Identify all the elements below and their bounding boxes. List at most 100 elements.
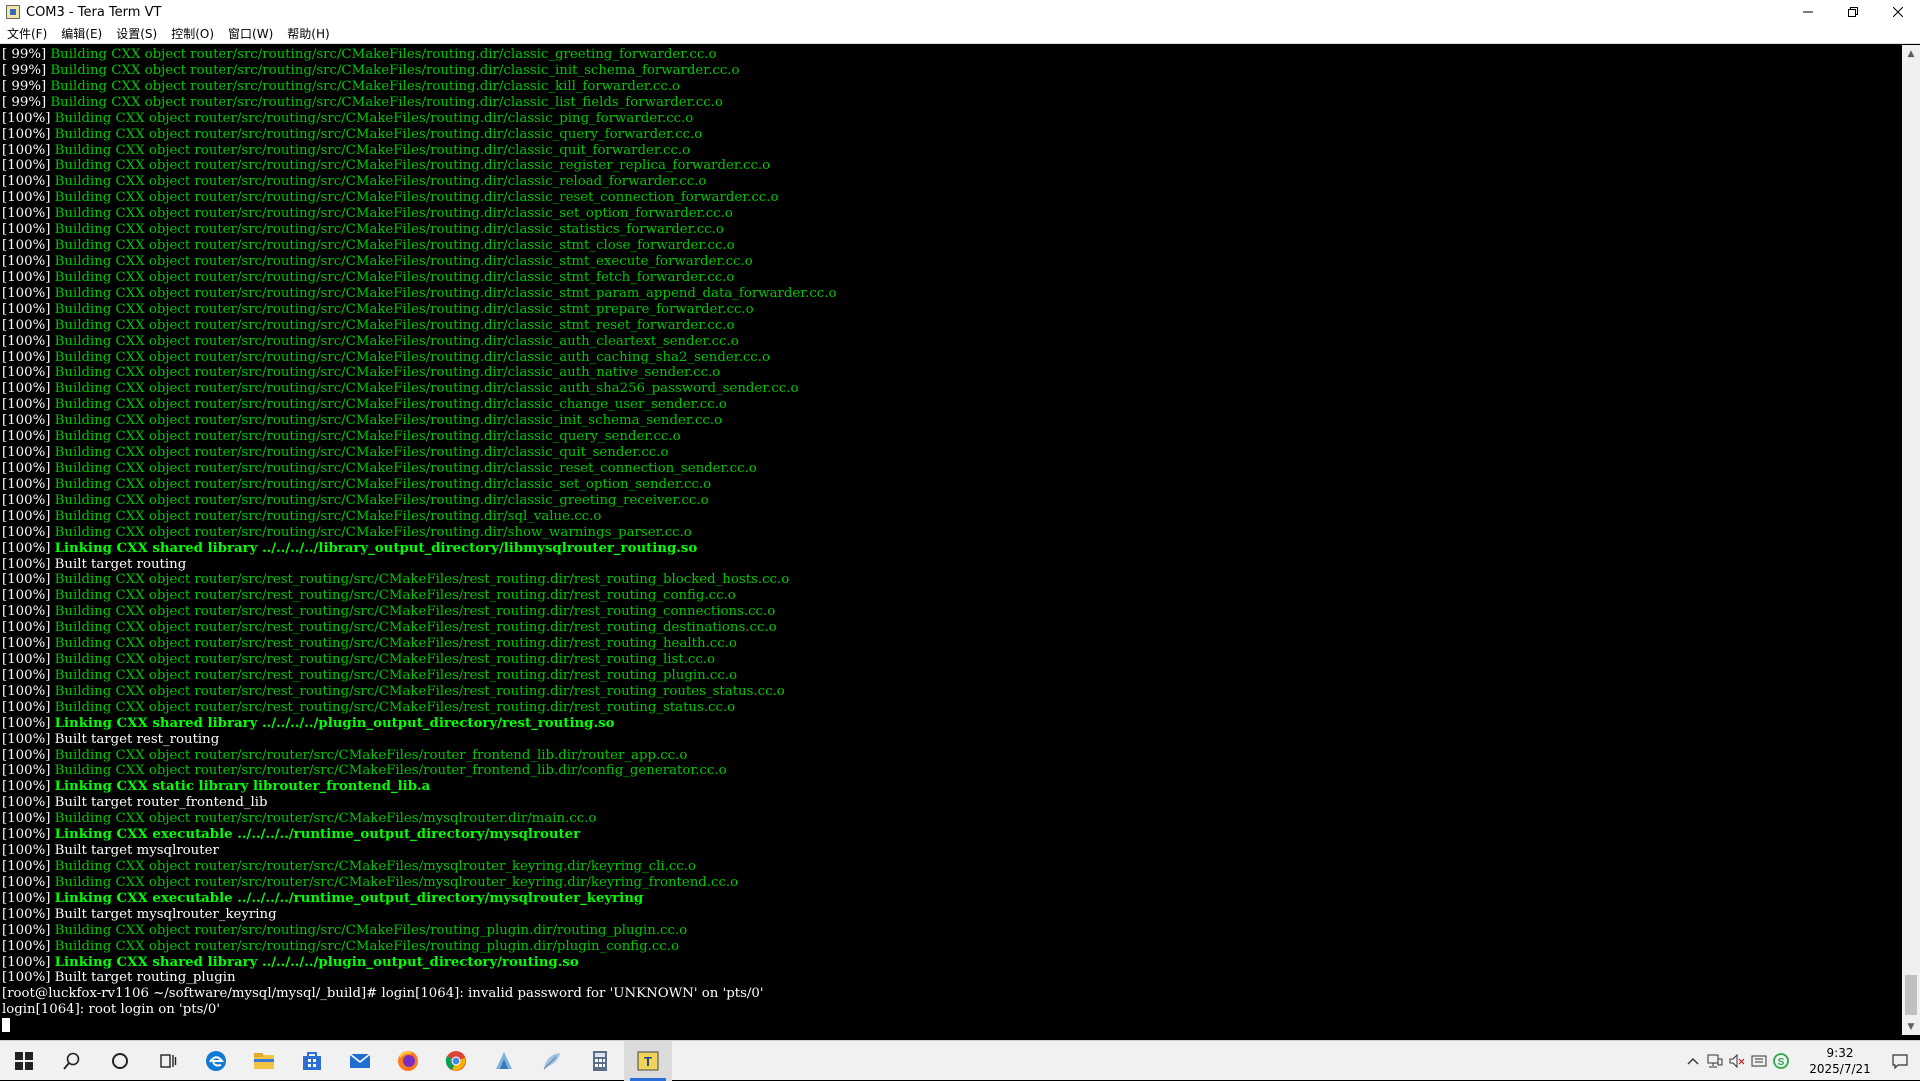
search-button[interactable] — [48, 1041, 96, 1081]
file-explorer-app[interactable] — [240, 1041, 288, 1081]
progress-percent: [100%] — [2, 301, 55, 317]
progress-percent: [100%] — [2, 349, 55, 365]
teraterm-app[interactable]: T — [624, 1040, 672, 1081]
cortana-button[interactable] — [96, 1041, 144, 1081]
chrome-app[interactable] — [432, 1041, 480, 1081]
terminal-line: [100%] Building CXX object router/src/ro… — [2, 397, 1902, 413]
terminal-line: [100%] Building CXX object router/src/ro… — [2, 270, 1902, 286]
progress-percent: [ 99%] — [2, 94, 51, 110]
build-message: Building CXX object router/src/routing/s… — [54, 142, 691, 158]
terminal-line: [100%] Building CXX object router/src/ro… — [2, 174, 1902, 190]
cortana-icon — [112, 1052, 128, 1069]
terminal-line: [ 99%] Building CXX object router/src/ro… — [2, 47, 1902, 63]
text-cursor — [2, 1018, 10, 1033]
progress-percent: [100%] — [2, 174, 55, 190]
mail-app[interactable] — [336, 1041, 384, 1081]
terminal-line: [100%] Built target routing — [2, 557, 1902, 573]
progress-percent: [100%] — [2, 317, 55, 333]
terminal-line: [100%] Built target router_frontend_lib — [2, 795, 1902, 811]
teraterm-app-icon[interactable] — [6, 5, 20, 19]
terminal-output[interactable]: [ 99%] Building CXX object router/src/ro… — [0, 45, 1902, 1035]
progress-percent: [100%] — [2, 620, 55, 636]
shell-prompt-line: [root@luckfox-rv1106 ~/software/mysql/my… — [2, 986, 764, 1002]
menu-window[interactable]: 窗口(W) — [221, 24, 280, 44]
scroll-down-arrow-icon[interactable]: ▼ — [1902, 1018, 1920, 1035]
build-message: Building CXX object router/src/rest_rout… — [54, 604, 776, 620]
vertical-scrollbar[interactable]: ▲ ▼ — [1902, 45, 1920, 1035]
input-method-icon[interactable] — [1748, 1041, 1770, 1081]
build-message: Building CXX object router/src/rest_rout… — [54, 652, 716, 668]
build-message: Building CXX object router/src/routing/s… — [54, 253, 753, 269]
svg-text:T: T — [644, 1054, 652, 1069]
build-message: Linking CXX static library librouter_fro… — [54, 779, 431, 795]
progress-percent: [100%] — [2, 636, 55, 652]
progress-percent: [ 99%] — [2, 78, 51, 94]
terminal-line: [100%] Built target rest_routing — [2, 732, 1902, 748]
menu-file[interactable]: 文件(F) — [0, 24, 54, 44]
terminal-line: [100%] Building CXX object router/src/re… — [2, 652, 1902, 668]
build-message: Building CXX object router/src/rest_rout… — [54, 699, 736, 715]
menu-help[interactable]: 帮助(H) — [280, 24, 336, 44]
terminal-line: [100%] Building CXX object router/src/ro… — [2, 939, 1902, 955]
build-message: Building CXX object router/src/rest_rout… — [54, 572, 790, 588]
volume-muted-icon[interactable] — [1726, 1041, 1748, 1081]
progress-percent: [100%] — [2, 556, 55, 572]
minimize-button[interactable] — [1785, 0, 1830, 24]
terminal-line: [100%] Linking CXX executable ../../../.… — [2, 891, 1902, 907]
window-titlebar[interactable]: COM3 - Tera Term VT — [0, 0, 1920, 24]
build-message: Linking CXX shared library ../../../../l… — [54, 540, 698, 556]
edge-icon — [206, 1050, 226, 1071]
build-message: Building CXX object router/src/rest_rout… — [54, 683, 785, 699]
build-message: Building CXX object router/src/routing/s… — [54, 206, 733, 222]
notification-icon — [1892, 1054, 1908, 1069]
progress-percent: [100%] — [2, 747, 55, 763]
firefox-app[interactable] — [384, 1041, 432, 1081]
build-message: Built target mysqlrouter — [54, 843, 219, 859]
build-message: Building CXX object router/src/routing/s… — [54, 938, 679, 954]
progress-percent: [100%] — [2, 460, 55, 476]
calculator-icon — [593, 1050, 607, 1071]
menu-setup[interactable]: 设置(S) — [109, 24, 164, 44]
build-message: Building CXX object router/src/routing/s… — [54, 349, 770, 365]
blue-app[interactable] — [480, 1041, 528, 1081]
notification-center-button[interactable] — [1880, 1041, 1920, 1081]
close-button[interactable] — [1875, 0, 1920, 24]
start-button[interactable] — [0, 1041, 48, 1081]
terminal-line: [100%] Building CXX object router/src/re… — [2, 668, 1902, 684]
build-message: Building CXX object router/src/rest_rout… — [54, 620, 777, 636]
clock-date: 2025/7/21 — [1809, 1062, 1871, 1076]
build-message: Building CXX object router/src/routing/s… — [54, 460, 757, 476]
store-app[interactable] — [288, 1041, 336, 1081]
scroll-thumb[interactable] — [1905, 975, 1917, 1015]
menu-edit[interactable]: 编辑(E) — [54, 24, 109, 44]
progress-percent: [100%] — [2, 508, 55, 524]
network-icon[interactable] — [1704, 1041, 1726, 1081]
menu-control[interactable]: 控制(O) — [164, 24, 221, 44]
terminal-line: [100%] Building CXX object router/src/ro… — [2, 190, 1902, 206]
task-view-button[interactable] — [144, 1041, 192, 1081]
progress-percent: [100%] — [2, 715, 55, 731]
login-message-line: login[1064]: root login on 'pts/0' — [2, 1002, 220, 1018]
build-message: Built target rest_routing — [54, 731, 220, 747]
green-app-tray-icon[interactable]: S — [1770, 1041, 1792, 1081]
progress-percent: [100%] — [2, 540, 55, 556]
scroll-up-arrow-icon[interactable]: ▲ — [1902, 45, 1920, 62]
progress-percent: [100%] — [2, 588, 55, 604]
restore-button[interactable] — [1830, 0, 1875, 24]
edge-app[interactable] — [192, 1041, 240, 1081]
terminal-line: [100%] Building CXX object router/src/ro… — [2, 859, 1902, 875]
build-message: Building CXX object router/src/routing/s… — [54, 158, 771, 174]
progress-percent: [100%] — [2, 572, 55, 588]
tray-chevron-up-icon[interactable] — [1682, 1041, 1704, 1081]
progress-percent: [100%] — [2, 763, 55, 779]
build-message: Built target routing — [54, 556, 187, 572]
window-controls — [1785, 0, 1920, 24]
terminal-line: [100%] Building CXX object router/src/ro… — [2, 350, 1902, 366]
feather-app[interactable] — [528, 1041, 576, 1081]
terminal-line: [100%] Building CXX object router/src/re… — [2, 684, 1902, 700]
build-message: Built target routing_plugin — [54, 970, 236, 986]
system-clock[interactable]: 9:32 2025/7/21 — [1800, 1045, 1880, 1077]
progress-percent: [100%] — [2, 333, 55, 349]
build-message: Building CXX object router/src/router/sr… — [54, 859, 696, 875]
calculator-app[interactable] — [576, 1041, 624, 1081]
